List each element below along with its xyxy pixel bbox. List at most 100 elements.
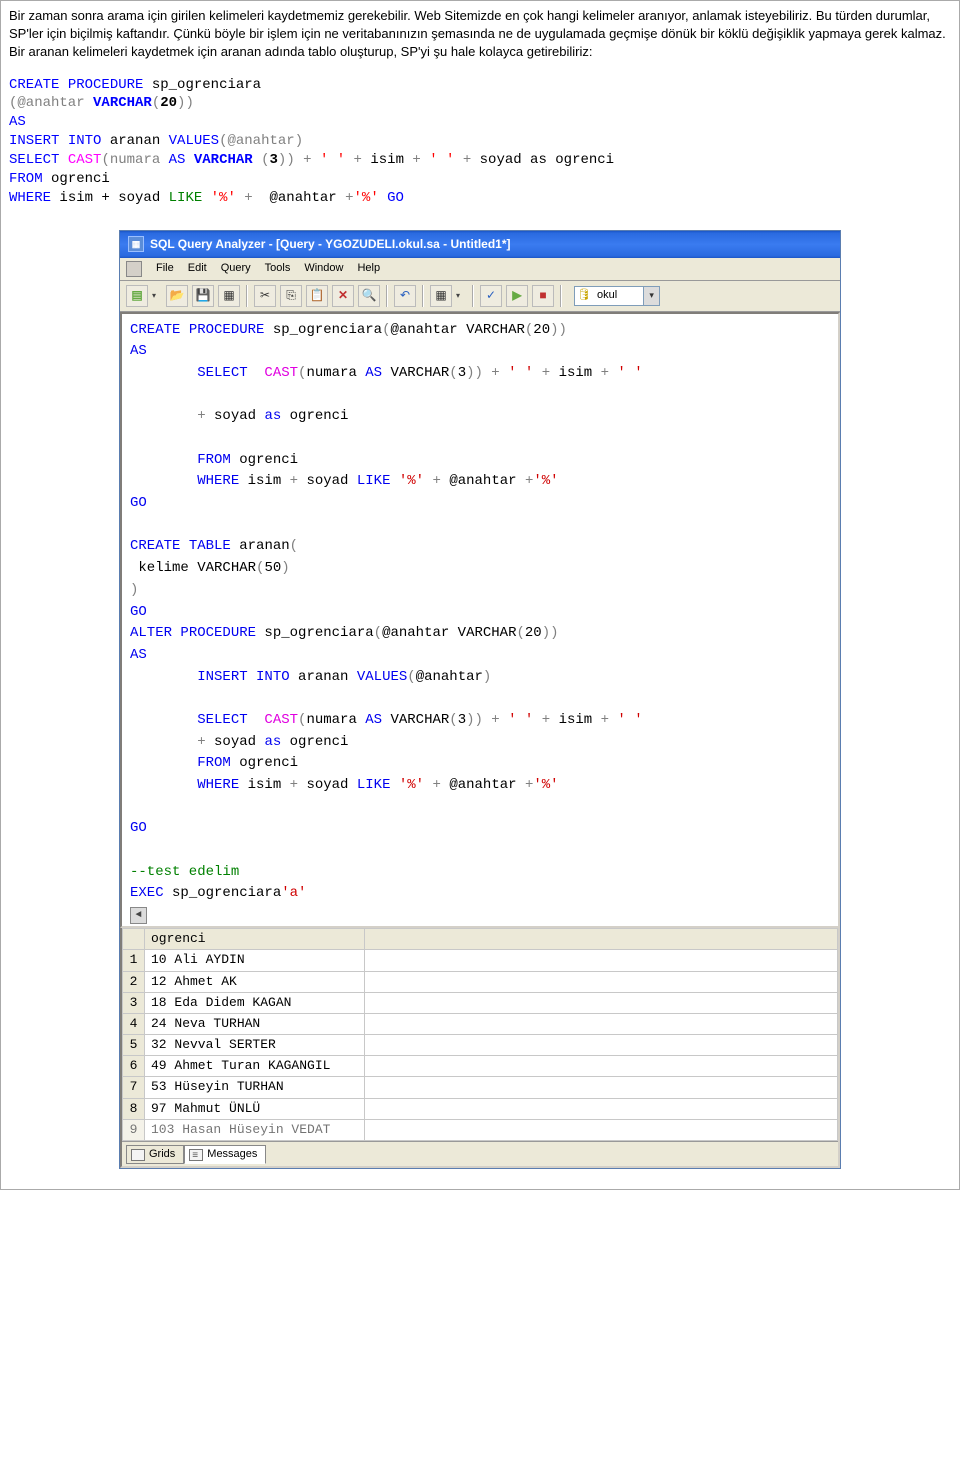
tools-menu[interactable]: Tools bbox=[265, 261, 291, 276]
ed-t: CREATE bbox=[130, 322, 180, 338]
ed-t: ( bbox=[290, 538, 298, 554]
database-dropdown-arrow[interactable]: ▾ bbox=[643, 287, 659, 305]
ed-t: as bbox=[264, 734, 281, 750]
menubar: File Edit Query Tools Window Help bbox=[120, 258, 840, 281]
ed-t: ( bbox=[449, 712, 457, 728]
ed-t: ogrenci bbox=[231, 452, 298, 468]
window-menu[interactable]: Window bbox=[304, 261, 343, 276]
table-row[interactable]: 753 Hüseyin TURHAN bbox=[123, 1077, 838, 1098]
ed-t: )) bbox=[466, 712, 483, 728]
ed-t: + bbox=[601, 712, 618, 728]
table-row[interactable]: 532 Nevval SERTER bbox=[123, 1035, 838, 1056]
cell-rest bbox=[365, 1056, 838, 1077]
database-selector[interactable]: 🛢 okul ▾ bbox=[574, 286, 660, 306]
ed-t: + bbox=[424, 777, 449, 793]
table-row[interactable]: 649 Ahmet Turan KAGANGIL bbox=[123, 1056, 838, 1077]
cut-button[interactable]: ✂ bbox=[254, 285, 276, 307]
cast-open: (numara bbox=[101, 152, 168, 168]
paste-button[interactable]: 📋 bbox=[306, 285, 328, 307]
execute-mode-button[interactable]: ▦ bbox=[430, 285, 452, 307]
num-20: 20 bbox=[160, 95, 177, 111]
row-number: 8 bbox=[123, 1098, 145, 1119]
file-menu[interactable]: File bbox=[156, 261, 174, 276]
undo-button[interactable]: ↶ bbox=[394, 285, 416, 307]
save-button[interactable]: 💾 bbox=[192, 285, 214, 307]
table-row[interactable]: 424 Neva TURHAN bbox=[123, 1013, 838, 1034]
ed-t: AS bbox=[130, 647, 147, 663]
help-menu[interactable]: Help bbox=[357, 261, 380, 276]
sql-editor[interactable]: CREATE PROCEDURE sp_ogrenciara(@anahtar … bbox=[120, 312, 840, 929]
row-number: 3 bbox=[123, 992, 145, 1013]
table-row[interactable]: 9103 Hasan Hüseyin VEDAT bbox=[123, 1119, 838, 1140]
table-row[interactable]: 110 Ali AYDIN bbox=[123, 950, 838, 971]
ed-t: SELECT bbox=[130, 365, 264, 381]
table-row[interactable]: 212 Ahmet AK bbox=[123, 971, 838, 992]
find-button[interactable]: 🔍 bbox=[358, 285, 380, 307]
ed-t: '%' bbox=[533, 473, 558, 489]
q2: ' ' bbox=[429, 152, 454, 168]
ed-t: ( bbox=[516, 625, 524, 641]
edit-menu[interactable]: Edit bbox=[188, 261, 207, 276]
ed-t: + bbox=[483, 712, 508, 728]
ed-t: ' ' bbox=[617, 712, 642, 728]
plus3: + bbox=[404, 152, 429, 168]
table-row[interactable]: 318 Eda Didem KAGAN bbox=[123, 992, 838, 1013]
ed-t: GO bbox=[130, 495, 147, 511]
results-grid[interactable]: ogrenci 110 Ali AYDIN 212 Ahmet AK 318 E… bbox=[122, 928, 838, 1141]
ed-t: WHERE bbox=[130, 473, 239, 489]
ed-t: + bbox=[601, 365, 618, 381]
ed-t: '%' bbox=[533, 777, 558, 793]
pct2: '%' bbox=[354, 190, 379, 206]
ed-t: + bbox=[290, 473, 298, 489]
ed-t: soyad bbox=[214, 408, 264, 424]
sp-name: sp_ogrenciara bbox=[143, 77, 261, 93]
cell-rest bbox=[365, 1119, 838, 1140]
ed-t: 20 bbox=[525, 625, 542, 641]
new-query-dropdown[interactable]: ▾ bbox=[152, 290, 162, 301]
kw-as-alias: as bbox=[522, 152, 556, 168]
intro-paragraph: Bir zaman sonra arama için girilen kelim… bbox=[9, 7, 951, 62]
row-number: 7 bbox=[123, 1077, 145, 1098]
open-button[interactable]: 📂 bbox=[166, 285, 188, 307]
ed-t: 20 bbox=[533, 322, 550, 338]
titlebar: ▦ SQL Query Analyzer - [Query - YGOZUDEL… bbox=[120, 231, 840, 258]
copy-button[interactable]: ⎘ bbox=[280, 285, 302, 307]
new-query-button[interactable]: ▤ bbox=[126, 285, 148, 307]
parse-button[interactable]: ✓ bbox=[480, 285, 502, 307]
ed-t: + bbox=[424, 473, 449, 489]
paren-open: (@anahtar bbox=[9, 95, 93, 111]
app-icon: ▦ bbox=[128, 236, 144, 252]
execute-button[interactable]: ▶ bbox=[506, 285, 528, 307]
scroll-left-button[interactable]: ◄ bbox=[130, 907, 147, 924]
mdi-icon[interactable] bbox=[126, 261, 142, 277]
toolbar-separator-3 bbox=[422, 285, 424, 307]
ed-t: LIKE bbox=[357, 473, 399, 489]
ed-t: ' ' bbox=[508, 712, 533, 728]
cancel-button[interactable]: ■ bbox=[532, 285, 554, 307]
col-isim: isim bbox=[370, 152, 404, 168]
row-number: 6 bbox=[123, 1056, 145, 1077]
cell: 97 Mahmut ÜNLÜ bbox=[145, 1098, 365, 1119]
ed-t: as bbox=[264, 408, 281, 424]
messages-tab[interactable]: Messages bbox=[184, 1145, 266, 1164]
ed-t: + bbox=[533, 365, 558, 381]
ed-t: 3 bbox=[458, 365, 466, 381]
cell: 103 Hasan Hüseyin VEDAT bbox=[145, 1119, 365, 1140]
ed-t: GO bbox=[130, 820, 147, 836]
save-results-button[interactable]: ▦ bbox=[218, 285, 240, 307]
clear-button[interactable]: ✕ bbox=[332, 285, 354, 307]
grid-icon bbox=[131, 1149, 145, 1161]
col-soyad: soyad bbox=[480, 152, 522, 168]
database-icon: 🛢 bbox=[575, 287, 593, 305]
ed-t: EXEC bbox=[130, 885, 164, 901]
column-header[interactable]: ogrenci bbox=[145, 929, 365, 950]
toolbar-separator-5 bbox=[560, 285, 562, 307]
query-menu[interactable]: Query bbox=[221, 261, 251, 276]
toolbar-separator-4 bbox=[472, 285, 474, 307]
cell-rest bbox=[365, 992, 838, 1013]
execute-mode-dropdown[interactable]: ▾ bbox=[456, 290, 466, 301]
table-row[interactable]: 897 Mahmut ÜNLÜ bbox=[123, 1098, 838, 1119]
grids-tab[interactable]: Grids bbox=[126, 1145, 184, 1164]
ed-t: FROM bbox=[130, 452, 231, 468]
ed-t: sp_ogrenciara bbox=[164, 885, 282, 901]
